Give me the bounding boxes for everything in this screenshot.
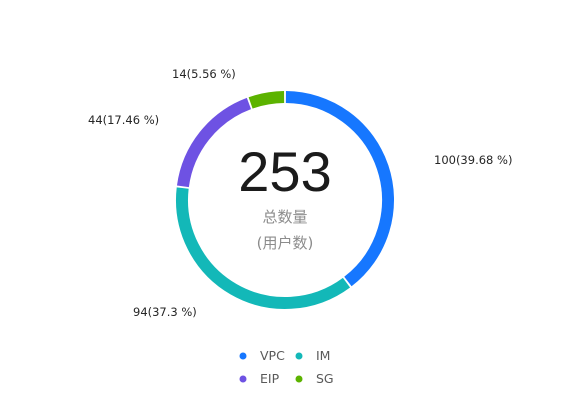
center-total: 253 — [238, 140, 331, 203]
legend-marker-im — [295, 352, 303, 360]
donut-chart: 100(39.68 %) 94(37.3 %) 44(17.46 %) 14(5.56… — [88, 67, 512, 386]
legend-marker-eip — [239, 375, 247, 383]
legend-item-vpc[interactable]: VPC — [239, 348, 286, 363]
center-label-line2: (用户数) — [257, 234, 314, 252]
legend-label-im: IM — [316, 348, 330, 363]
legend-marker-vpc — [239, 352, 247, 360]
legend-item-eip[interactable]: EIP — [239, 371, 280, 386]
legend: VPC IM EIP SG — [239, 348, 334, 386]
center-label-line1: 总数量 — [262, 208, 307, 226]
legend-item-sg[interactable]: SG — [295, 371, 334, 386]
slice-label-im: 94(37.3 %) — [133, 305, 197, 319]
legend-marker-sg — [295, 375, 303, 383]
slice-label-eip: 44(17.46 %) — [88, 113, 159, 127]
legend-label-sg: SG — [316, 371, 334, 386]
slice-sg[interactable] — [248, 91, 285, 109]
legend-item-im[interactable]: IM — [295, 348, 331, 363]
legend-label-eip: EIP — [260, 371, 280, 386]
legend-label-vpc: VPC — [260, 348, 285, 363]
slice-label-vpc: 100(39.68 %) — [434, 153, 512, 167]
slice-label-sg: 14(5.56 %) — [172, 67, 236, 81]
